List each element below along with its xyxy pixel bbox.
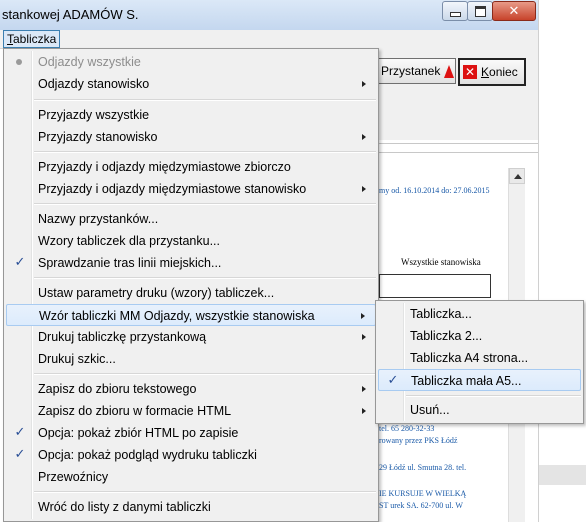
exit-icon: ✕ bbox=[463, 65, 477, 79]
menu-separator bbox=[406, 395, 581, 397]
close-icon: ✕ bbox=[508, 3, 520, 19]
minimize-button[interactable] bbox=[442, 1, 468, 21]
menu-item-opcja-podglad[interactable]: ✓ Opcja: pokaż podgląd wydruku tabliczki bbox=[6, 444, 376, 466]
submenu-arrow-icon bbox=[362, 334, 366, 340]
menu-separator bbox=[34, 203, 376, 205]
przystanek-button[interactable]: Przystanek bbox=[378, 58, 456, 84]
menu-item-przewoznicy[interactable]: Przewoźnicy bbox=[6, 466, 376, 488]
koniec-label: Koniec bbox=[481, 65, 518, 79]
submenu-item-tabliczka-a4[interactable]: Tabliczka A4 strona... bbox=[378, 347, 581, 369]
koniec-button[interactable]: ✕ Koniec bbox=[458, 58, 526, 86]
submenu-arrow-icon bbox=[361, 313, 365, 319]
submenu-arrow-icon bbox=[362, 408, 366, 414]
all-stations-label: Wszystkie stanowiska bbox=[401, 257, 481, 267]
menu-item-przyjazdy-stanowisko[interactable]: Przyjazdy stanowisko bbox=[6, 126, 376, 148]
menu-item-odjazdy-wszystkie[interactable]: Odjazdy wszystkie bbox=[6, 51, 376, 73]
menu-item-odjazdy-stanowisko[interactable]: Odjazdy stanowisko bbox=[6, 73, 376, 95]
doc-line: rowany przez PKS Łódź bbox=[379, 436, 458, 445]
desktop-background bbox=[538, 0, 586, 522]
submenu-arrow-icon bbox=[362, 81, 366, 87]
przystanek-label: Przystanek bbox=[381, 64, 441, 78]
menu-item-przyjazdy-wszystkie[interactable]: Przyjazdy wszystkie bbox=[6, 104, 376, 126]
menu-item-nazwy-przystankow[interactable]: Nazwy przystanków... bbox=[6, 208, 376, 230]
doc-line: tel. 65 280-32-33 bbox=[379, 424, 435, 433]
checkmark-icon: ✓ bbox=[14, 425, 26, 440]
validity-text: my od. 16.10.2014 do: 27.06.2015 bbox=[379, 186, 490, 195]
radio-bullet-icon bbox=[16, 59, 22, 65]
window-title-bar[interactable]: stankowej ADAMÓW S. ✕ bbox=[0, 0, 538, 31]
menu-item-zapisz-tekstowy[interactable]: Zapisz do zbioru tekstowego bbox=[6, 378, 376, 400]
menu-tabliczka[interactable]: Tabliczka bbox=[3, 30, 61, 48]
maximize-button[interactable] bbox=[467, 1, 493, 21]
submenu-item-tabliczka-2[interactable]: Tabliczka 2... bbox=[378, 325, 581, 347]
submenu-item-tabliczka-mala-a5[interactable]: ✓ Tabliczka mała A5... bbox=[378, 369, 581, 391]
wzor-tabliczki-submenu: Tabliczka... Tabliczka 2... Tabliczka A4… bbox=[375, 300, 584, 424]
menu-item-wzory-tabliczek[interactable]: Wzory tabliczek dla przystanku... bbox=[6, 230, 376, 252]
menu-item-zapisz-html[interactable]: Zapisz do zbioru w formacie HTML bbox=[6, 400, 376, 422]
arrow-up-icon bbox=[444, 64, 455, 78]
menu-item-drukuj-szkic[interactable]: Drukuj szkic... bbox=[6, 348, 376, 370]
menu-separator bbox=[34, 99, 376, 101]
doc-line: 29 Łódź ul. Smutna 28. tel. bbox=[379, 463, 467, 472]
menu-item-sprawdzanie-tras[interactable]: ✓ Sprawdzanie tras linii miejskich... bbox=[6, 252, 376, 274]
maximize-icon bbox=[474, 5, 486, 17]
checkmark-icon: ✓ bbox=[387, 373, 399, 388]
menu-item-ustaw-parametry-druku[interactable]: Ustaw parametry druku (wzory) tabliczek.… bbox=[6, 282, 376, 304]
menu-item-miedzymiastowe-zbiorczo[interactable]: Przyjazdy i odjazdy międzymiastowe zbior… bbox=[6, 156, 376, 178]
menu-item-miedzymiastowe-stanowisko[interactable]: Przyjazdy i odjazdy międzymiastowe stano… bbox=[6, 178, 376, 200]
tabliczka-menu: Odjazdy wszystkie Odjazdy stanowisko Prz… bbox=[3, 48, 379, 522]
submenu-item-tabliczka[interactable]: Tabliczka... bbox=[378, 303, 581, 325]
checkmark-icon: ✓ bbox=[14, 447, 26, 462]
menu-item-drukuj-tabliczke[interactable]: Drukuj tabliczkę przystankową bbox=[6, 326, 376, 348]
menu-bar: Tabliczka bbox=[0, 30, 538, 49]
menu-item-wroc-do-listy[interactable]: Wróć do listy z danymi tabliczki bbox=[6, 496, 376, 518]
scroll-up-icon[interactable] bbox=[509, 168, 525, 184]
submenu-item-usun[interactable]: Usuń... bbox=[378, 399, 581, 421]
menu-item-opcja-html[interactable]: ✓ Opcja: pokaż zbiór HTML po zapisie bbox=[6, 422, 376, 444]
menu-separator bbox=[34, 277, 376, 279]
menu-item-wzor-tabliczki-mm[interactable]: Wzór tabliczki MM Odjazdy, wszystkie sta… bbox=[6, 304, 376, 326]
doc-line: ST urek SA. 62-700 ul. W bbox=[379, 501, 463, 510]
doc-line: IE KURSUJE W WIELKĄ bbox=[379, 489, 467, 498]
submenu-arrow-icon bbox=[362, 186, 366, 192]
window-title: stankowej ADAMÓW S. bbox=[2, 7, 139, 22]
submenu-arrow-icon bbox=[362, 134, 366, 140]
close-window-button[interactable]: ✕ bbox=[492, 1, 536, 21]
submenu-arrow-icon bbox=[362, 386, 366, 392]
menu-separator bbox=[34, 151, 376, 153]
checkmark-icon: ✓ bbox=[14, 255, 26, 270]
menu-separator bbox=[34, 491, 376, 493]
menu-separator bbox=[34, 373, 376, 375]
minimize-icon bbox=[449, 12, 461, 17]
